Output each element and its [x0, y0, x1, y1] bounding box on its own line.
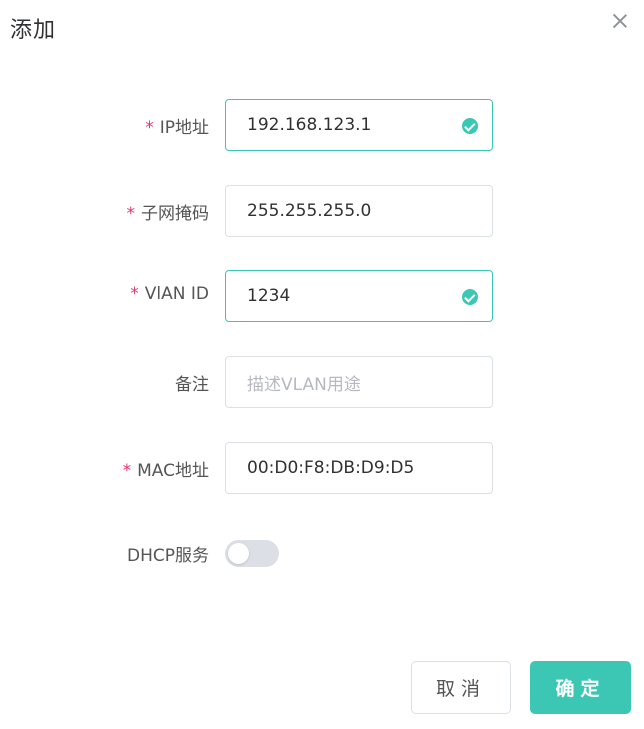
required-mark: * — [126, 204, 136, 224]
add-dialog: 添加 * IP地址 192.168.123.1 * 子网掩码 255.255.255… — [0, 0, 644, 729]
cancel-button[interactable]: 取消 — [411, 661, 511, 714]
vlan-label: * VlAN ID — [130, 284, 209, 304]
subnet-mask-input[interactable]: 255.255.255.0 — [225, 185, 493, 237]
confirm-button[interactable]: 确定 — [530, 661, 631, 714]
vlan-row: * VlAN ID 1234 — [0, 270, 644, 324]
mac-address-input[interactable]: 00:D0:F8:DB:D9:D5 — [225, 442, 493, 494]
check-circle-icon — [462, 118, 478, 134]
remark-input[interactable]: 描述VLAN用途 — [225, 356, 493, 408]
ip-value: 192.168.123.1 — [247, 115, 372, 135]
required-mark: * — [145, 118, 154, 138]
remark-label: 备注 — [175, 375, 209, 395]
remark-placeholder: 描述VLAN用途 — [247, 374, 361, 395]
required-mark: * — [130, 284, 139, 304]
required-mark: * — [122, 461, 132, 481]
close-icon[interactable] — [611, 12, 629, 30]
mask-row: * 子网掩码 255.255.255.0 — [0, 185, 644, 239]
mac-label: * MAC地址 — [122, 461, 209, 481]
dhcp-row: DHCP服务 — [0, 540, 644, 595]
mac-row: * MAC地址 00:D0:F8:DB:D9:D5 — [0, 442, 644, 496]
ip-row: * IP地址 192.168.123.1 — [0, 99, 644, 153]
dialog-title: 添加 — [10, 18, 57, 43]
dhcp-toggle[interactable] — [225, 540, 279, 567]
ip-input[interactable]: 192.168.123.1 — [225, 99, 493, 151]
mask-value: 255.255.255.0 — [247, 201, 372, 221]
check-circle-icon — [462, 289, 478, 305]
vlan-id-input[interactable]: 1234 — [225, 270, 493, 322]
ip-label: * IP地址 — [145, 118, 209, 138]
mac-value: 00:D0:F8:DB:D9:D5 — [247, 458, 415, 478]
dhcp-label: DHCP服务 — [127, 546, 209, 566]
remark-row: 备注 描述VLAN用途 — [0, 356, 644, 410]
vlan-value: 1234 — [247, 286, 291, 306]
toggle-knob — [228, 543, 249, 564]
mask-label: * 子网掩码 — [126, 204, 210, 224]
